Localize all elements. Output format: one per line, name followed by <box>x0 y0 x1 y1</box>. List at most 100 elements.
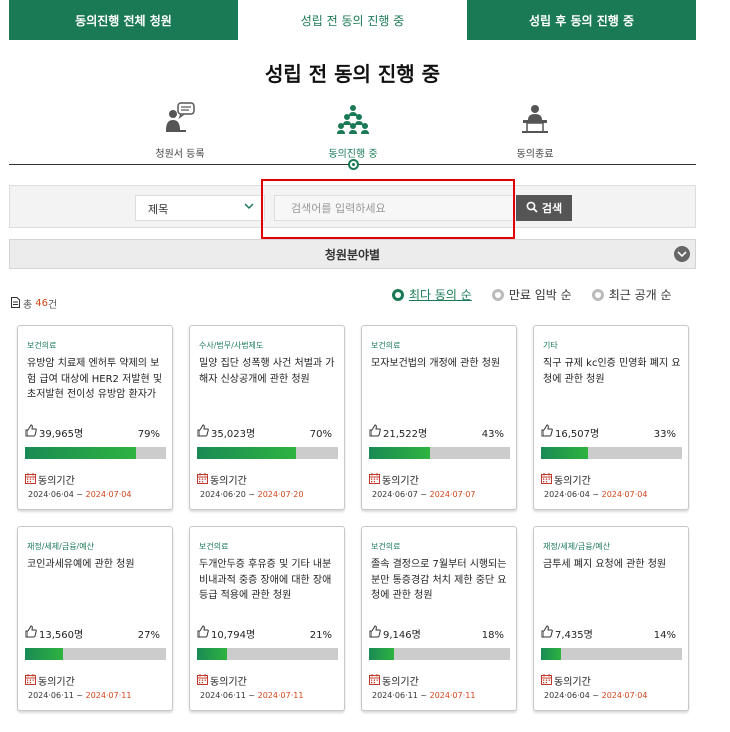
person-speech-icon <box>120 100 240 134</box>
search-button[interactable]: 검색 <box>516 195 572 221</box>
card-title: 코인과세유예에 관한 청원 <box>27 559 135 570</box>
calendar-icon <box>541 673 552 688</box>
card-category: 재정/세제/금융/예산 <box>27 542 94 551</box>
search-input[interactable] <box>274 195 514 221</box>
period-label-text: 동의기간 <box>38 677 75 688</box>
page-title: 성립 전 동의 진행 중 <box>264 62 441 86</box>
card-progress-fill <box>541 648 561 660</box>
category-filter-bar[interactable]: 청원분야별 <box>9 239 696 269</box>
document-icon <box>11 296 20 311</box>
petition-card[interactable]: 보건의료 모자보건법의 개정에 관한 청원 21,522명 43% 동의기간 2… <box>361 325 517 510</box>
period-label-text: 동의기간 <box>382 476 419 487</box>
calendar-icon <box>25 673 36 688</box>
thumbs-up-icon <box>197 625 209 641</box>
card-count-text: 9,146명 <box>383 630 421 641</box>
card-progress-bar <box>541 648 682 660</box>
card-percent: 27% <box>137 630 160 641</box>
card-agree-count: 39,965명 <box>25 424 83 440</box>
petition-card[interactable]: 기타 직구 규제 kc인증 민영화 폐지 요청에 관한 청원 16,507명 3… <box>533 325 689 510</box>
card-dates: 2024·06·04 ~ 2024·07·04 <box>28 490 132 499</box>
card-period-label: 동의기간 <box>25 472 75 487</box>
tab-before-establishment[interactable]: 성립 전 동의 진행 중 <box>238 0 467 40</box>
card-count-text: 10,794명 <box>211 630 256 641</box>
calendar-icon <box>25 472 36 487</box>
category-filter-label: 청원분야별 <box>324 247 381 262</box>
card-agree-count: 7,435명 <box>541 625 593 641</box>
total-number: 46 <box>35 298 48 309</box>
thumbs-up-icon <box>541 424 553 440</box>
calendar-icon <box>197 673 208 688</box>
card-dates: 2024·06·11 ~ 2024·07·11 <box>200 691 304 700</box>
card-agree-count: 10,794명 <box>197 625 255 641</box>
search-type-select[interactable]: 제목 <box>135 195 265 221</box>
card-progress-fill <box>369 447 430 459</box>
chevron-down-icon <box>244 201 254 214</box>
card-start-date: 2024·06·11 <box>28 691 74 700</box>
card-count-text: 16,507명 <box>555 429 600 440</box>
sort-options: 최다 동의 순 만료 임박 순 최근 공개 순 <box>392 286 672 303</box>
petition-card[interactable]: 재정/세제/금융/예산 금투세 폐지 요청에 관한 청원 7,435명 14% … <box>533 526 689 711</box>
card-progress-fill <box>541 447 588 459</box>
card-category: 기타 <box>543 341 558 350</box>
card-percent: 21% <box>309 630 332 641</box>
card-title: 모자보건법의 개정에 관한 청원 <box>371 358 501 369</box>
total-count: 총 46 건 <box>11 296 57 311</box>
card-end-date: 2024·07·04 <box>601 691 648 700</box>
card-start-date: 2024·06·11 <box>200 691 246 700</box>
card-title: 졸속 결정으로 7월부터 시행되는 분만 통증경감 처치 제한 중단 요청에 관… <box>371 559 507 601</box>
card-end-date: 2024·07·11 <box>429 691 476 700</box>
tab-all-petitions[interactable]: 동의진행 전체 청원 <box>9 0 238 40</box>
step-label: 동의진행 중 <box>328 149 378 160</box>
total-prefix: 총 <box>23 300 33 311</box>
card-dates: 2024·06·20 ~ 2024·07·20 <box>200 490 304 499</box>
card-agree-count: 16,507명 <box>541 424 599 440</box>
sort-expiring-soon[interactable]: 만료 임박 순 <box>491 286 572 303</box>
petition-card[interactable]: 보건의료 두개안두증 후유증 및 기타 내분비내과적 중증 장애에 대한 장애등… <box>189 526 345 711</box>
card-period-label: 동의기간 <box>541 472 591 487</box>
card-count-text: 21,522명 <box>383 429 428 440</box>
calendar-icon <box>369 472 380 487</box>
card-title: 금투세 폐지 요청에 관한 청원 <box>543 559 667 570</box>
calendar-icon <box>369 673 380 688</box>
card-start-date: 2024·06·04 <box>544 691 590 700</box>
card-dates: 2024·06·11 ~ 2024·07·11 <box>372 691 476 700</box>
card-category: 수사/법무/사법제도 <box>199 341 264 350</box>
card-percent: 79% <box>137 429 160 440</box>
thumbs-up-icon <box>25 424 37 440</box>
card-percent: 43% <box>481 429 504 440</box>
sort-most-agreed[interactable]: 최다 동의 순 <box>392 286 472 303</box>
card-category: 보건의료 <box>371 542 401 551</box>
card-percent: 14% <box>653 630 676 641</box>
calendar-icon <box>541 472 552 487</box>
card-progress-bar <box>197 447 338 459</box>
petition-card[interactable]: 수사/법무/사법제도 밀양 집단 성폭행 사건 처벌과 가해자 신상공개에 관한… <box>189 325 345 510</box>
card-title: 두개안두증 후유증 및 기타 내분비내과적 중증 장애에 대한 장애등급 적용에… <box>199 559 332 601</box>
card-count-text: 35,023명 <box>211 429 256 440</box>
card-progress-bar <box>197 648 338 660</box>
card-progress-bar <box>369 447 510 459</box>
tab-after-establishment[interactable]: 성립 후 동의 진행 중 <box>467 0 696 40</box>
radio-icon <box>491 288 504 301</box>
card-end-date: 2024·07·11 <box>85 691 132 700</box>
step-label: 동의종료 <box>516 149 554 160</box>
petition-card[interactable]: 재정/세제/금융/예산 코인과세유예에 관한 청원 13,560명 27% 동의… <box>17 526 173 711</box>
card-progress-bar <box>541 447 682 459</box>
petition-card[interactable]: 보건의료 졸속 결정으로 7월부터 시행되는 분만 통증경감 처치 제한 중단 … <box>361 526 517 711</box>
card-end-date: 2024·07·04 <box>85 490 132 499</box>
card-progress-fill <box>197 447 296 459</box>
step-current-dot <box>348 159 359 170</box>
search-button-label: 검색 <box>541 202 563 215</box>
radio-icon <box>591 288 604 301</box>
card-category: 재정/세제/금융/예산 <box>543 542 610 551</box>
card-percent: 18% <box>481 630 504 641</box>
card-count-text: 13,560명 <box>39 630 84 641</box>
sort-recent[interactable]: 최근 공개 순 <box>591 286 672 303</box>
card-dates: 2024·06·04 ~ 2024·07·04 <box>544 691 648 700</box>
progress-stepper: 청원서 등록 동의진행 중 동의종료 <box>9 100 696 170</box>
card-title: 밀양 집단 성폭행 사건 처벌과 가해자 신상공개에 관한 청원 <box>199 358 335 385</box>
card-period-label: 동의기간 <box>369 673 419 688</box>
petition-card[interactable]: 보건의료 유방암 치료제 엔허투 약제의 보험 급여 대상에 HER2 저발현 … <box>17 325 173 510</box>
card-percent: 70% <box>309 429 332 440</box>
card-period-label: 동의기간 <box>541 673 591 688</box>
card-start-date: 2024·06·04 <box>28 490 74 499</box>
